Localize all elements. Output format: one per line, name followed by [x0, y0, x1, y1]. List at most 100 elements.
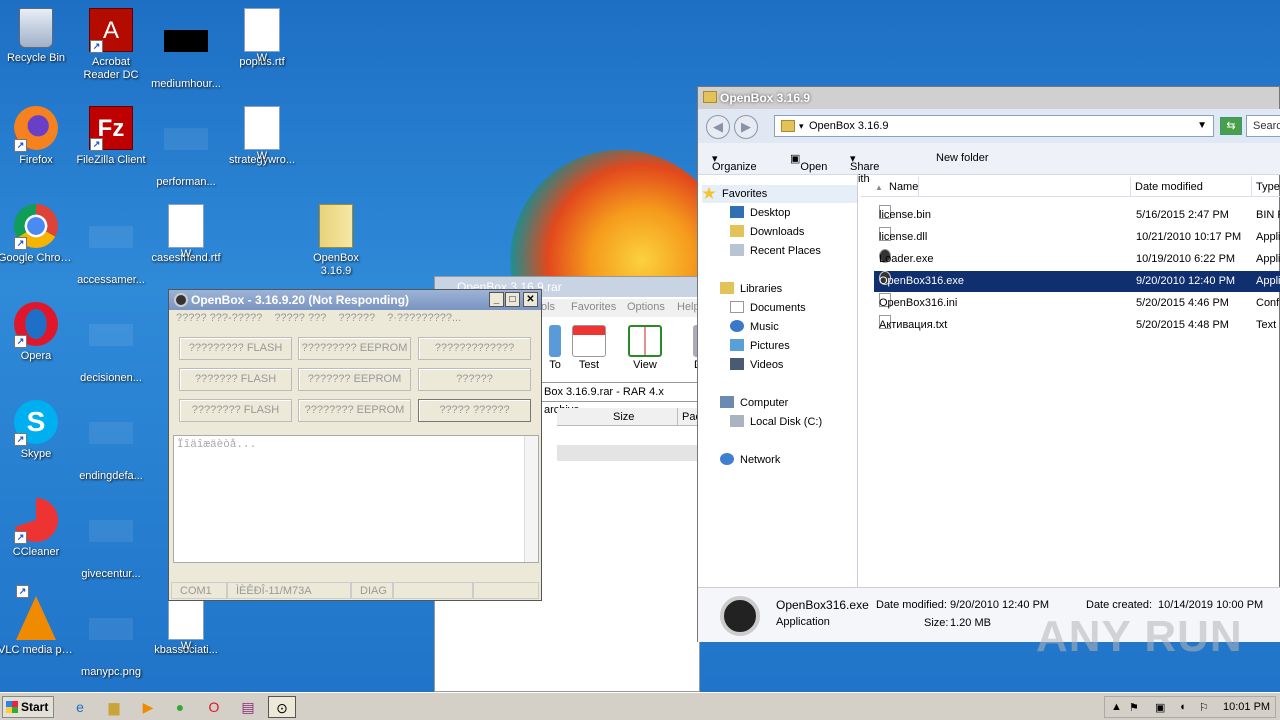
share-with-button[interactable]: Share with ▾ — [850, 152, 879, 185]
archive-path[interactable]: Box 3.16.9.rar - RAR 4.x archive — [541, 382, 701, 416]
forward-button[interactable]: ▶ — [734, 115, 758, 139]
action-button-3[interactable]: ????????????? — [418, 337, 531, 360]
volume-icon[interactable]: ◖ — [1179, 701, 1186, 713]
log-textarea[interactable]: Ïîäîæäèòå... — [173, 435, 539, 563]
desktop-icon-vlc[interactable]: ↗ VLC media player — [0, 585, 74, 657]
word-document-icon: W — [240, 106, 284, 162]
erase-flash-button[interactable]: ???????? FLASH — [179, 399, 292, 422]
refresh-button[interactable]: ⇆ — [1220, 117, 1242, 135]
col-name[interactable]: Name ▲ — [861, 177, 1131, 197]
desktop-icon-filezilla[interactable]: Fz ↗ FileZilla Client — [73, 106, 149, 167]
open-button[interactable]: ▣ Open — [790, 152, 827, 173]
file-row[interactable]: Активация.txt 5/20/2015 4:48 PM Text — [873, 315, 1280, 336]
show-hidden-icons-icon[interactable]: ▲ — [1111, 701, 1122, 713]
address-input[interactable]: ▾ OpenBox 3.16.9 ▼ — [774, 115, 1214, 137]
desktop-icon-performan[interactable]: performan... — [148, 106, 224, 189]
desktop-icon-openbox-folder[interactable]: OpenBox 3.16.9 — [298, 204, 374, 278]
menu-favorites[interactable]: Favorites — [571, 301, 616, 313]
log-scrollbar[interactable] — [524, 436, 538, 562]
nav-recent-places[interactable]: Recent Places — [730, 242, 821, 260]
file-row[interactable]: OpenBox316.ini 5/20/2015 4:46 PM Conf — [873, 293, 1280, 314]
nav-libraries[interactable]: Libraries — [720, 280, 782, 298]
minimize-button[interactable]: _ — [489, 292, 504, 307]
status-chip: ÌÈÊÐÎ-11/M73A — [227, 582, 351, 599]
file-row[interactable]: Loader.exe 10/19/2010 6:22 PM Appli — [873, 249, 1280, 270]
tool-view[interactable]: View — [623, 325, 667, 371]
read-eeprom-button[interactable]: ????????? EEPROM — [298, 337, 411, 360]
explorer-titlebar[interactable]: OpenBox 3.16.9 — [698, 87, 1279, 109]
nav-music[interactable]: Music — [730, 318, 779, 336]
start-button[interactable]: Start — [2, 696, 54, 718]
clock[interactable]: 10:01 PM — [1223, 701, 1270, 713]
openbox-taskbar-button[interactable]: ⊙ — [268, 696, 296, 718]
desktop-icon-firefox[interactable]: ↗ Firefox — [0, 106, 74, 167]
winrar-taskbar-icon[interactable]: ▤ — [234, 696, 262, 718]
desktop-icon-acrobat[interactable]: A ↗ Acrobat Reader DC — [73, 8, 149, 82]
archive-list-row[interactable] — [557, 445, 701, 461]
action-button-9[interactable]: ????? ?????? — [418, 399, 531, 422]
breadcrumb-arrow-icon[interactable]: ▾ — [799, 116, 804, 136]
openbox-window[interactable]: OpenBox - 3.16.9.20 (Not Responding) _ □… — [168, 289, 542, 601]
menu-item-1[interactable]: ????? ???-????? — [176, 312, 262, 324]
back-button[interactable]: ◀ — [706, 115, 730, 139]
menu-item-2[interactable]: ????? ??? — [274, 312, 326, 324]
col-size[interactable]: Size — [613, 408, 634, 426]
opera-taskbar-icon[interactable]: O — [200, 696, 228, 718]
explorer-window[interactable]: OpenBox 3.16.9 ◀ ▶ ▾ OpenBox 3.16.9 ▼ ⇆ … — [697, 86, 1280, 642]
col-type[interactable]: Type — [1252, 177, 1280, 197]
nav-desktop[interactable]: Desktop — [730, 204, 790, 222]
menu-item-3[interactable]: ?????? — [338, 312, 375, 324]
tool-test[interactable]: Test — [567, 325, 611, 371]
nav-local-disk[interactable]: Local Disk (C:) — [730, 413, 822, 431]
desktop-icon-opera[interactable]: ↗ Opera — [0, 302, 74, 363]
nav-pictures[interactable]: Pictures — [730, 337, 790, 355]
chevron-down-icon[interactable]: ▼ — [1197, 116, 1207, 136]
desktop-icon-endingdefa[interactable]: endingdefa... — [73, 400, 149, 483]
write-eeprom-button[interactable]: ??????? EEPROM — [298, 368, 411, 391]
explorer-taskbar-icon[interactable]: ▆ — [100, 696, 128, 718]
action-center-icon[interactable]: ⚑ — [1129, 701, 1139, 714]
file-row-selected[interactable]: OpenBox316.exe 9/20/2010 12:40 PM Appli — [874, 271, 1280, 292]
ie-icon[interactable]: e — [66, 696, 94, 718]
nav-videos[interactable]: Videos — [730, 356, 783, 374]
action-button-6[interactable]: ?????? — [418, 368, 531, 391]
nav-network[interactable]: Network — [720, 451, 780, 469]
read-flash-button[interactable]: ????????? FLASH — [179, 337, 292, 360]
media-player-icon[interactable]: ▶ — [134, 696, 162, 718]
desktop-icon-decisionen[interactable]: decisionen... — [73, 302, 149, 385]
desktop-icon-accessamer[interactable]: accessamer... — [73, 204, 149, 287]
new-folder-button[interactable]: New folder — [936, 152, 989, 164]
desktop-icon-skype[interactable]: S ↗ Skype — [0, 400, 74, 461]
network-tray-icon[interactable]: ▣ — [1155, 701, 1165, 714]
flag-icon[interactable]: ⚐ — [1199, 701, 1209, 714]
organize-button[interactable]: Organize ▾ — [712, 152, 757, 173]
col-date-modified[interactable]: Date modified — [1131, 177, 1252, 197]
desktop-icon-manypc[interactable]: manypc.png — [73, 596, 149, 679]
file-row[interactable]: license.bin5/16/2015 2:47 PMBIN F — [873, 205, 1280, 226]
nav-documents[interactable]: Documents — [730, 299, 806, 317]
desktop-icon-recycle-bin[interactable]: Recycle Bin — [0, 8, 74, 65]
write-flash-button[interactable]: ??????? FLASH — [179, 368, 292, 391]
menu-item-4[interactable]: ?·?????????... — [387, 312, 461, 324]
erase-eeprom-button[interactable]: ???????? EEPROM — [298, 399, 411, 422]
menu-tools[interactable]: ols — [541, 301, 555, 313]
desktop-icon-poplus[interactable]: W poplus.rtf — [224, 8, 300, 69]
desktop-icon-mediumhour[interactable]: mediumhour... — [148, 8, 224, 91]
desktop-icon-chrome[interactable]: ↗ Google Chrome — [0, 204, 74, 265]
search-input[interactable]: Search — [1246, 115, 1280, 137]
menu-options[interactable]: Options — [627, 301, 665, 313]
close-button[interactable]: ✕ — [523, 292, 538, 307]
word-document-icon: W — [164, 204, 208, 260]
desktop-icon-ccleaner[interactable]: ↗ CCleaner — [0, 498, 74, 559]
openbox-titlebar[interactable]: OpenBox - 3.16.9.20 (Not Responding) _ □… — [169, 290, 541, 310]
nav-downloads[interactable]: Downloads — [730, 223, 804, 241]
file-row[interactable]: license.dll 10/21/2010 10:17 PM Appli — [873, 227, 1280, 248]
desktop-icon-casesfriend[interactable]: W casesfriend.rtf — [148, 204, 224, 265]
maximize-button[interactable]: □ — [505, 292, 520, 307]
desktop-icon-givecentur[interactable]: givecentur... — [73, 498, 149, 581]
chrome-taskbar-icon[interactable]: ● — [166, 696, 194, 718]
nav-favorites[interactable]: Favorites — [702, 185, 857, 203]
desktop-icon-kbassociati[interactable]: W kbassociati... — [148, 596, 224, 657]
desktop-icon-strategywro[interactable]: W strategywro... — [224, 106, 300, 167]
nav-computer[interactable]: Computer — [720, 394, 788, 412]
